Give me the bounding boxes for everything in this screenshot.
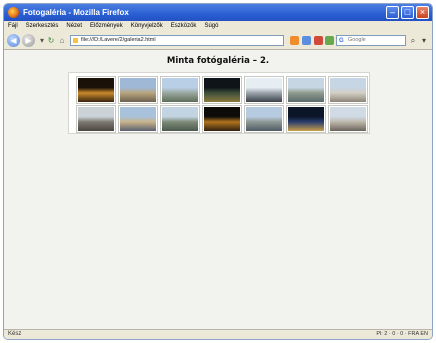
page-icon xyxy=(73,38,78,43)
status-bar: Kész Pl: 2 · 0 · 0 · FRA EN xyxy=(4,329,432,339)
rss-icon[interactable] xyxy=(290,36,299,45)
page-content: Minta fotógaléria – 2. xyxy=(4,50,432,329)
page-heading: Minta fotógaléria – 2. xyxy=(166,56,270,66)
firefox-icon xyxy=(8,7,19,18)
thumb-danube-cityscape[interactable] xyxy=(246,107,282,131)
reload-icon[interactable]: ↻ xyxy=(46,36,56,46)
menu-edit[interactable]: Szerkesztés xyxy=(26,21,59,32)
toolbar-icon-2[interactable] xyxy=(325,36,334,45)
thumb-bridge-day[interactable] xyxy=(162,107,198,131)
status-text: Kész xyxy=(8,331,22,337)
navigation-toolbar: ◀ ▶ ▾ ↻ ⌂ file:///D:/Lavere/2/galeria2.h… xyxy=(4,32,432,50)
address-text: file:///D:/Lavere/2/galeria2.html xyxy=(81,37,156,43)
photo-gallery xyxy=(68,72,370,134)
search-placeholder: Google xyxy=(348,37,366,43)
menu-help[interactable]: Súgó xyxy=(204,21,218,32)
search-field[interactable]: G Google xyxy=(336,35,406,46)
toolbar-icon-1[interactable] xyxy=(302,36,311,45)
title-bar[interactable]: Fotogaléria - Mozilla Firefox – □ × xyxy=(4,4,432,21)
back-button[interactable]: ◀ xyxy=(7,34,20,47)
menu-file[interactable]: Fájl xyxy=(8,21,18,32)
thumb-statue-sky[interactable] xyxy=(246,78,282,102)
google-icon: G xyxy=(339,38,344,44)
thumb-night-bridge-2[interactable] xyxy=(204,107,240,131)
thumb-parliament-river[interactable] xyxy=(120,107,156,131)
window-title: Fotogaléria - Mozilla Firefox xyxy=(23,8,129,17)
home-icon[interactable]: ⌂ xyxy=(57,36,67,46)
thumb-museum-front[interactable] xyxy=(330,107,366,131)
minimize-button[interactable]: – xyxy=(386,6,399,19)
address-bar[interactable]: file:///D:/Lavere/2/galeria2.html xyxy=(70,35,284,46)
thumb-parliament-day[interactable] xyxy=(120,78,156,102)
menu-tools[interactable]: Eszközök xyxy=(171,21,197,32)
thumb-citadel-view[interactable] xyxy=(162,78,198,102)
forward-button[interactable]: ▶ xyxy=(22,34,35,47)
thumb-river-panorama[interactable] xyxy=(288,78,324,102)
menu-bar: Fájl Szerkesztés Nézet Előzmények Könyvj… xyxy=(4,21,432,32)
thumb-street-buildings[interactable] xyxy=(78,107,114,131)
maximize-button[interactable]: □ xyxy=(401,6,414,19)
menu-bookmarks[interactable]: Könyvjelzők xyxy=(131,21,163,32)
status-indicators: Pl: 2 · 0 · 0 · FRA EN xyxy=(376,331,428,337)
browser-window: Fotogaléria - Mozilla Firefox – □ × Fájl… xyxy=(4,4,432,339)
close-button[interactable]: × xyxy=(416,6,429,19)
menu-history[interactable]: Előzmények xyxy=(90,21,123,32)
thumb-night-bridge-1[interactable] xyxy=(78,78,114,102)
thumb-night-monument[interactable] xyxy=(204,78,240,102)
thumb-night-river[interactable] xyxy=(288,107,324,131)
search-icon[interactable]: ⌕ xyxy=(408,36,418,46)
stop-icon[interactable] xyxy=(314,36,323,45)
menu-view[interactable]: Nézet xyxy=(66,21,82,32)
menu-arrow-icon[interactable]: ▾ xyxy=(419,36,429,46)
thumb-museum-columns[interactable] xyxy=(330,78,366,102)
